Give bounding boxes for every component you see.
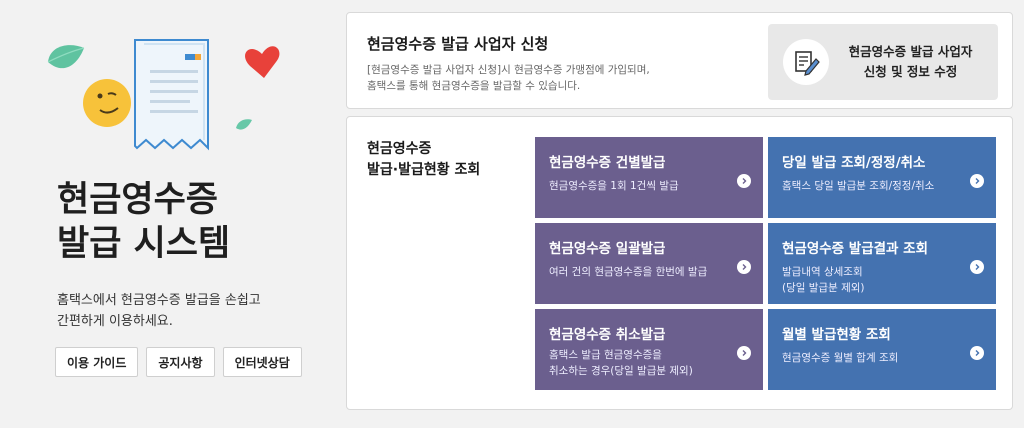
chevron-right-icon [970,260,984,274]
tile-description: 홈택스 발급 현금영수증을 취소하는 경우(당일 발급분 제외) [549,347,749,379]
business-apply-description: [현금영수증 발급 사업자 신청]시 현금영수증 가맹점에 가입되며, 홈택스를… [367,62,650,94]
chevron-right-icon [737,260,751,274]
hero-description-line2: 간편하게 이용하세요. [57,314,173,329]
business-apply-desc-line2: 홈택스를 통해 현금영수증을 발급할 수 있습니다. [367,80,581,92]
business-apply-button-line1: 현금영수증 발급 사업자 [848,44,973,59]
business-apply-desc-line1: [현금영수증 발급 사업자 신청]시 현금영수증 가맹점에 가입되며, [367,64,650,76]
tile-desc-line1: 현금영수증 월별 합계 조회 [782,352,899,364]
page-title-line2: 발급 시스템 [57,224,231,264]
tile-bulk-issue[interactable]: 현금영수증 일괄발급 여러 건의 현금영수증을 한번에 발급 [535,223,763,304]
tile-desc-line2: (당일 발급분 제외) [782,282,865,294]
guide-button-group: 이용 가이드 공지사항 인터넷상담 [55,347,302,377]
tile-monthly-status-inquiry[interactable]: 월별 발급현황 조회 현금영수증 월별 합계 조회 [768,309,996,390]
tile-cancel-issue[interactable]: 현금영수증 취소발급 홈택스 발급 현금영수증을 취소하는 경우(당일 발급분 … [535,309,763,390]
tile-title: 현금영수증 발급결과 조회 [782,241,929,257]
tile-title: 현금영수증 건별발급 [549,155,666,171]
page-title: 현금영수증 발급 시스템 [57,178,230,266]
page-title-line1: 현금영수증 [57,180,219,220]
tile-description: 여러 건의 현금영수증을 한번에 발급 [549,264,749,280]
chevron-right-icon [737,174,751,188]
chevron-right-icon [737,346,751,360]
business-apply-card: 현금영수증 발급 사업자 신청 [현금영수증 발급 사업자 신청]시 현금영수증… [346,12,1013,109]
tile-desc-line1: 현금영수증을 1회 1건씩 발급 [549,180,679,192]
business-apply-button-line2: 신청 및 정보 수정 [863,64,958,79]
tile-description: 발급내역 상세조회 (당일 발급분 제외) [782,264,982,296]
tile-desc-line1: 홈택스 발급 현금영수증을 [549,349,662,361]
business-apply-title: 현금영수증 발급 사업자 신청 [367,35,549,53]
tile-issue-result-inquiry[interactable]: 현금영수증 발급결과 조회 발급내역 상세조회 (당일 발급분 제외) [768,223,996,304]
notice-button[interactable]: 공지사항 [146,347,215,377]
issue-section-title-line2: 발급·발급현황 조회 [367,162,481,178]
tile-description: 현금영수증을 1회 1건씩 발급 [549,178,749,194]
tile-title: 월별 발급현황 조회 [782,327,891,343]
issue-section-title: 현금영수증 발급·발급현황 조회 [367,139,480,181]
business-apply-button[interactable]: 현금영수증 발급 사업자 신청 및 정보 수정 [768,24,998,100]
tile-desc-line1: 여러 건의 현금영수증을 한번에 발급 [549,266,708,278]
tile-description: 현금영수증 월별 합계 조회 [782,350,982,366]
tile-desc-line1: 발급내역 상세조회 [782,266,863,278]
document-edit-icon [783,39,829,85]
hero-description: 홈택스에서 현금영수증 발급을 손쉽고 간편하게 이용하세요. [57,290,261,332]
hero-description-line1: 홈택스에서 현금영수증 발급을 손쉽고 [57,293,261,308]
issue-section-title-line1: 현금영수증 [367,141,432,157]
tile-description: 홈택스 당일 발급분 조회/정정/취소 [782,178,982,194]
issue-inquiry-card: 현금영수증 발급·발급현황 조회 현금영수증 건별발급 현금영수증을 1회 1건… [346,116,1013,410]
tile-title: 현금영수증 취소발급 [549,327,666,343]
business-apply-button-label: 현금영수증 발급 사업자 신청 및 정보 수정 [829,42,998,82]
chevron-right-icon [970,174,984,188]
tile-same-day-inquiry[interactable]: 당일 발급 조회/정정/취소 홈택스 당일 발급분 조회/정정/취소 [768,137,996,218]
tile-desc-line1: 홈택스 당일 발급분 조회/정정/취소 [782,180,935,192]
tile-title: 현금영수증 일괄발급 [549,241,666,257]
receipt-illustration [47,39,280,151]
usage-guide-button[interactable]: 이용 가이드 [55,347,139,377]
online-consult-button[interactable]: 인터넷상담 [222,347,302,377]
tile-desc-line2: 취소하는 경우(당일 발급분 제외) [549,365,693,377]
hero-panel: 현금영수증 발급 시스템 홈택스에서 현금영수증 발급을 손쉽고 간편하게 이용… [0,0,340,428]
tile-single-issue[interactable]: 현금영수증 건별발급 현금영수증을 1회 1건씩 발급 [535,137,763,218]
chevron-right-icon [970,346,984,360]
tile-title: 당일 발급 조회/정정/취소 [782,155,926,171]
